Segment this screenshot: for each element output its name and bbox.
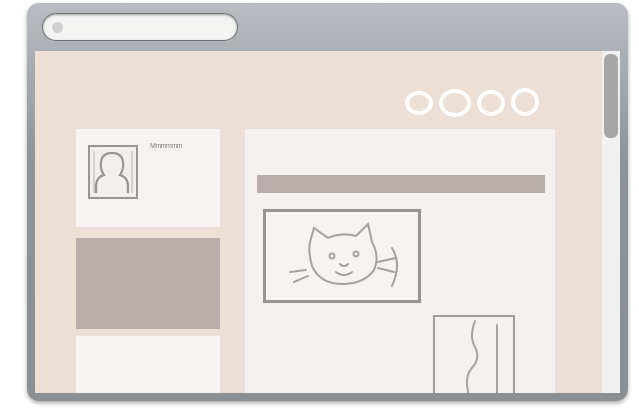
door-sketch-icon xyxy=(466,320,498,393)
main-content xyxy=(245,129,555,393)
nav-circle-icon[interactable] xyxy=(477,90,505,116)
nav-circle-icon[interactable] xyxy=(439,89,471,117)
cat-sketch-image[interactable] xyxy=(263,209,421,303)
sidebar-lower-panel xyxy=(76,336,220,393)
cat-sketch-icon xyxy=(289,222,398,287)
vertical-scrollbar[interactable] xyxy=(602,51,620,393)
sidebar-profile-card: Mmmmmm xyxy=(76,129,220,227)
address-bar-icon xyxy=(52,22,63,33)
address-bar-input[interactable] xyxy=(43,14,237,40)
nav-circle-icon[interactable] xyxy=(405,91,433,115)
page-viewport: Mmmmmm xyxy=(35,51,602,393)
nav-circle-icon[interactable] xyxy=(511,88,539,116)
browser-window: Mmmmmm xyxy=(27,3,628,401)
content-title-bar xyxy=(257,175,545,193)
profile-name: Mmmmmm xyxy=(150,143,183,150)
door-sketch-image[interactable] xyxy=(433,315,515,393)
browser-titlebar xyxy=(27,3,628,51)
scrollbar-thumb[interactable] xyxy=(604,54,618,138)
person-silhouette-icon xyxy=(93,151,133,193)
avatar[interactable] xyxy=(88,145,138,199)
sidebar-placeholder-block xyxy=(76,238,220,329)
